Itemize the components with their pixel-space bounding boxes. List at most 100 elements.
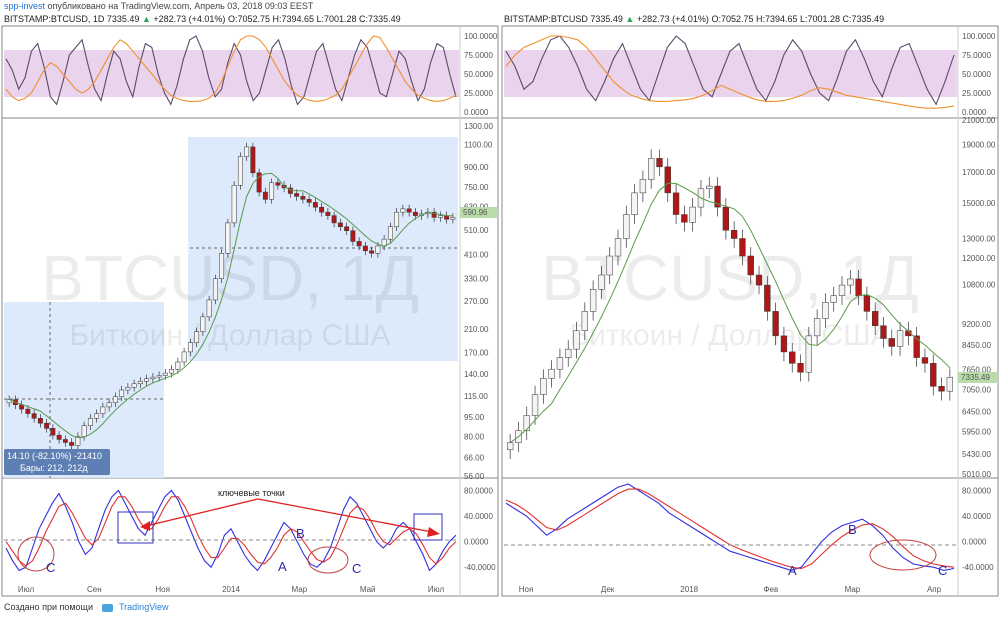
left-price-candle-26 (169, 369, 175, 374)
left-price-tick-2: 900.00 (464, 163, 489, 172)
right-macd-tick-1: 40.0000 (962, 512, 991, 521)
left-price-candle-15 (100, 406, 106, 414)
left-price-candle-3 (25, 408, 31, 414)
left-stoch-tick-4: 0.0000 (464, 108, 489, 117)
right-price-tick-3: 15000.00 (962, 199, 996, 208)
left-price-tick-14: 80.00 (464, 432, 485, 441)
right-macd-tick-0: 80.0000 (962, 486, 991, 495)
right-last-value: 7335.49 (961, 373, 990, 382)
right-price-candle-9 (581, 311, 588, 331)
left-price-tick-7: 330.00 (464, 275, 489, 284)
right-price-tick-14: 5010.00 (962, 470, 991, 479)
left-price-candle-17 (112, 396, 118, 403)
left-price-candle-47 (300, 196, 306, 200)
right-price-candle-20 (672, 192, 680, 215)
left-price-tick-1: 1100.00 (464, 141, 493, 150)
right-price-candle-16 (639, 179, 647, 194)
right-price-candle-32 (772, 311, 779, 337)
left-price-tick-12: 115.00 (464, 392, 488, 401)
left-price-candle-62 (394, 211, 400, 228)
right-price-candle-44 (872, 311, 879, 326)
left-label-c2: C (352, 561, 361, 576)
right-price-candle-17 (648, 158, 655, 180)
right-price-candle-24 (706, 185, 713, 190)
right-x-label-2: 2018 (680, 585, 698, 594)
right-price-tick-0: 21000.00 (962, 116, 996, 125)
right-price-tick-2: 17000.00 (962, 168, 996, 177)
left-x-label-5: Май (360, 585, 376, 594)
right-price-candle-43 (863, 295, 871, 312)
left-last-value: 590.96 (463, 208, 488, 217)
chart-canvas[interactable]: BTCUSD, 1Д Биткоин / Доллар США BTCUSD, … (0, 0, 1000, 621)
right-price-candle-21 (681, 214, 688, 223)
left-price-candle-51 (325, 211, 331, 216)
left-price-candle-7 (50, 428, 56, 436)
right-price-tick-5: 12000.00 (962, 254, 996, 263)
left-x-label-1: Сен (87, 585, 102, 594)
left-price-candle-33 (212, 278, 218, 301)
left-price-candle-36 (231, 185, 237, 224)
right-price-candle-52 (938, 386, 945, 392)
right-price-candle-26 (722, 206, 730, 231)
right-macd-tick-3: -40.0000 (962, 563, 994, 572)
footer-text: Создано при помощи (4, 602, 93, 612)
left-price-candle-48 (306, 199, 312, 203)
left-price-candle-55 (350, 230, 356, 242)
left-price-candle-50 (319, 206, 325, 213)
left-price-candle-46 (294, 193, 300, 197)
right-price-candle-3 (531, 394, 539, 416)
arrow-right-line (257, 498, 433, 533)
right-label-c: C (938, 563, 947, 578)
right-price-candle-46 (888, 338, 895, 347)
left-macd-tick-3: -40.0000 (464, 563, 496, 572)
left-price-candle-30 (194, 331, 200, 343)
right-price-tick-12: 5950.00 (962, 428, 991, 437)
footer-brand[interactable]: TradingView (119, 602, 169, 612)
left-x-label-6: Июл (428, 585, 445, 594)
left-price-candle-58 (369, 250, 375, 254)
tooltip-line1: 14.10 (-82.10%) -21410 (7, 451, 102, 461)
right-price-candle-27 (730, 229, 738, 239)
right-price-candle-30 (755, 274, 763, 286)
left-price-candle-71 (450, 217, 456, 220)
right-price-candle-2 (523, 415, 530, 431)
right-price-candle-42 (855, 278, 862, 296)
left-label-c1: C (46, 560, 55, 575)
left-label-b: B (296, 526, 305, 541)
left-price-candle-6 (44, 422, 50, 429)
left-price-candle-61 (387, 226, 393, 240)
left-price-candle-10 (69, 442, 75, 446)
left-price-candle-8 (56, 434, 62, 440)
right-x-label-5: Апр (927, 585, 942, 594)
left-price-candle-41 (262, 191, 268, 200)
right-price-candle-41 (847, 278, 854, 286)
left-price-candle-49 (312, 202, 318, 208)
tradingview-logo-icon (101, 603, 113, 612)
right-label-a: A (788, 563, 797, 578)
right-price-candle-14 (623, 214, 630, 239)
right-stoch-tick-1: 75.0000 (962, 51, 991, 60)
right-watermark-symbol: BTCUSD, 1Д (541, 242, 919, 314)
left-price-candle-22 (144, 378, 150, 382)
right-price-candle-35 (797, 363, 804, 373)
left-x-label-2: Ноя (155, 585, 170, 594)
left-price-tick-15: 66.00 (464, 454, 485, 463)
right-label-b: B (848, 522, 857, 537)
left-price-tick-8: 270.00 (464, 297, 489, 306)
right-price-candle-13 (614, 238, 622, 257)
left-price-candle-13 (87, 418, 93, 426)
left-price-candle-23 (150, 376, 156, 379)
left-price-candle-5 (37, 418, 43, 424)
left-macd-series-0 (5, 489, 457, 572)
left-x-label-3: 2014 (222, 585, 240, 594)
left-price-candle-14 (94, 413, 100, 419)
right-price-candle-45 (880, 325, 887, 339)
left-circle-c2 (307, 546, 349, 574)
chart-screenshot: spp-invest опубликовано на TradingView.c… (0, 0, 1000, 621)
left-price-tick-16: 56.00 (464, 472, 485, 481)
right-stoch-tick-3: 25.0000 (962, 89, 991, 98)
right-macd-series-0 (505, 483, 955, 571)
left-price-candle-69 (437, 215, 443, 218)
left-price-candle-20 (131, 383, 137, 388)
left-price-candle-54 (344, 226, 350, 231)
